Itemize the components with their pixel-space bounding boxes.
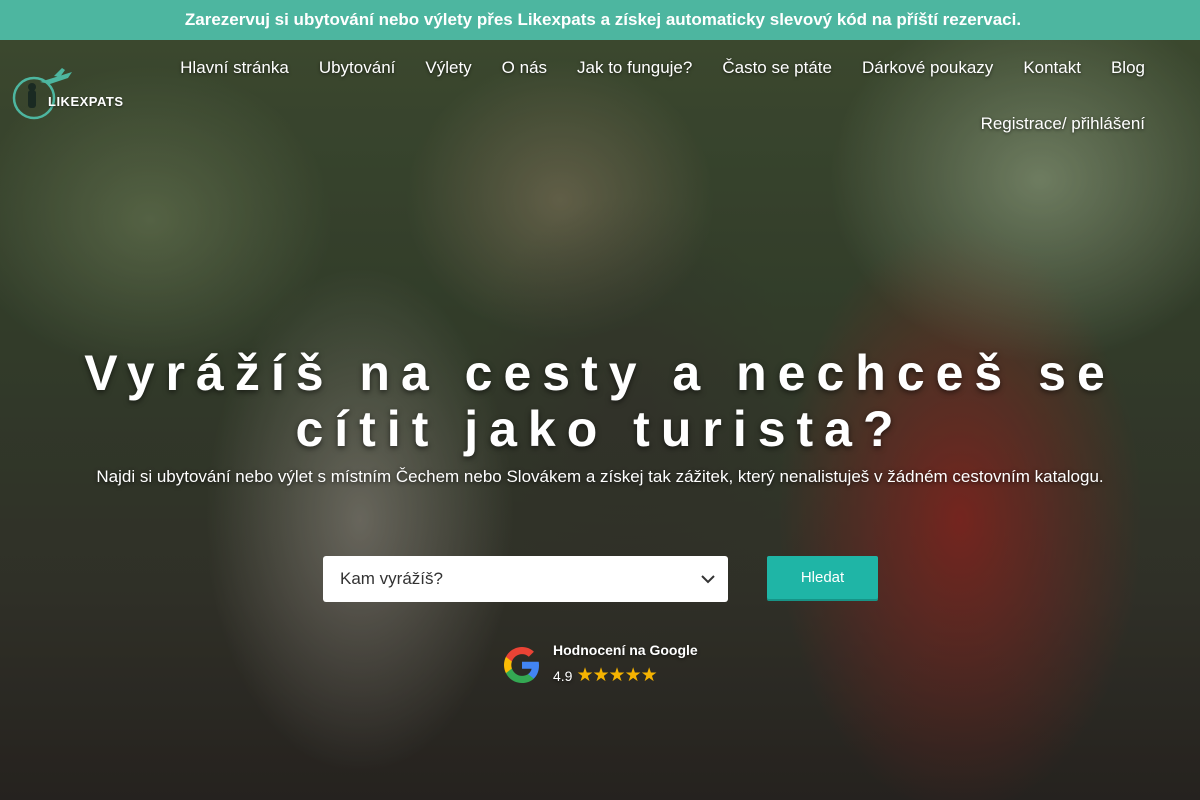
nav-item-accommodation[interactable]: Ubytování (304, 58, 411, 78)
hero-title: Vyrážíš na cesty a nechceš se cítit jako… (0, 345, 1200, 457)
rating-score: 4.9 (553, 667, 573, 684)
rating-details: Hodnocení na Google 4.9 ★★★★★ (553, 642, 698, 687)
nav-item-about[interactable]: O nás (487, 58, 562, 78)
promo-banner: Zarezervuj si ubytování nebo výlety přes… (0, 0, 1200, 40)
hero-title-line-2: cítit jako turista? (295, 401, 905, 457)
star-rating-icons: ★★★★★ (576, 665, 657, 686)
nav-row-primary: Hlavní stránka Ubytování Výlety O nás Ja… (165, 58, 1160, 78)
destination-select-value: Kam vyrážíš? (340, 569, 443, 588)
hero-subtitle: Najdi si ubytování nebo výlet s místním … (96, 467, 1104, 486)
promo-banner-text: Zarezervuj si ubytování nebo výlety přes… (184, 10, 1022, 29)
nav-item-how-it-works[interactable]: Jak to funguje? (562, 58, 707, 78)
google-rating-widget[interactable]: Hodnocení na Google 4.9 ★★★★★ (503, 642, 698, 687)
nav-item-faq[interactable]: Často se ptáte (707, 58, 847, 78)
search-button[interactable]: Hledat (767, 556, 878, 599)
site-logo[interactable]: LIKEXPATS (10, 68, 123, 124)
main-navigation: Hlavní stránka Ubytování Výlety O nás Ja… (180, 40, 1170, 150)
nav-item-home[interactable]: Hlavní stránka (165, 58, 304, 78)
rating-title: Hodnocení na Google (553, 642, 698, 658)
nav-item-blog[interactable]: Blog (1096, 58, 1160, 78)
chevron-down-icon (701, 575, 715, 584)
nav-item-trips[interactable]: Výlety (410, 58, 486, 78)
nav-item-gift-vouchers[interactable]: Dárkové poukazy (847, 58, 1008, 78)
hero-title-line-1: Vyrážíš na cesty a nechceš se (84, 345, 1116, 401)
login-register-link[interactable]: Registrace/ přihlášení (966, 114, 1160, 133)
google-logo-icon (504, 646, 539, 683)
nav-row-secondary: Registrace/ přihlášení (966, 114, 1160, 134)
destination-select[interactable]: Kam vyrážíš? (323, 556, 728, 602)
rating-row: 4.9 ★★★★★ (553, 664, 698, 687)
nav-item-contact[interactable]: Kontakt (1008, 58, 1096, 78)
logo-text: LIKEXPATS (48, 94, 124, 109)
